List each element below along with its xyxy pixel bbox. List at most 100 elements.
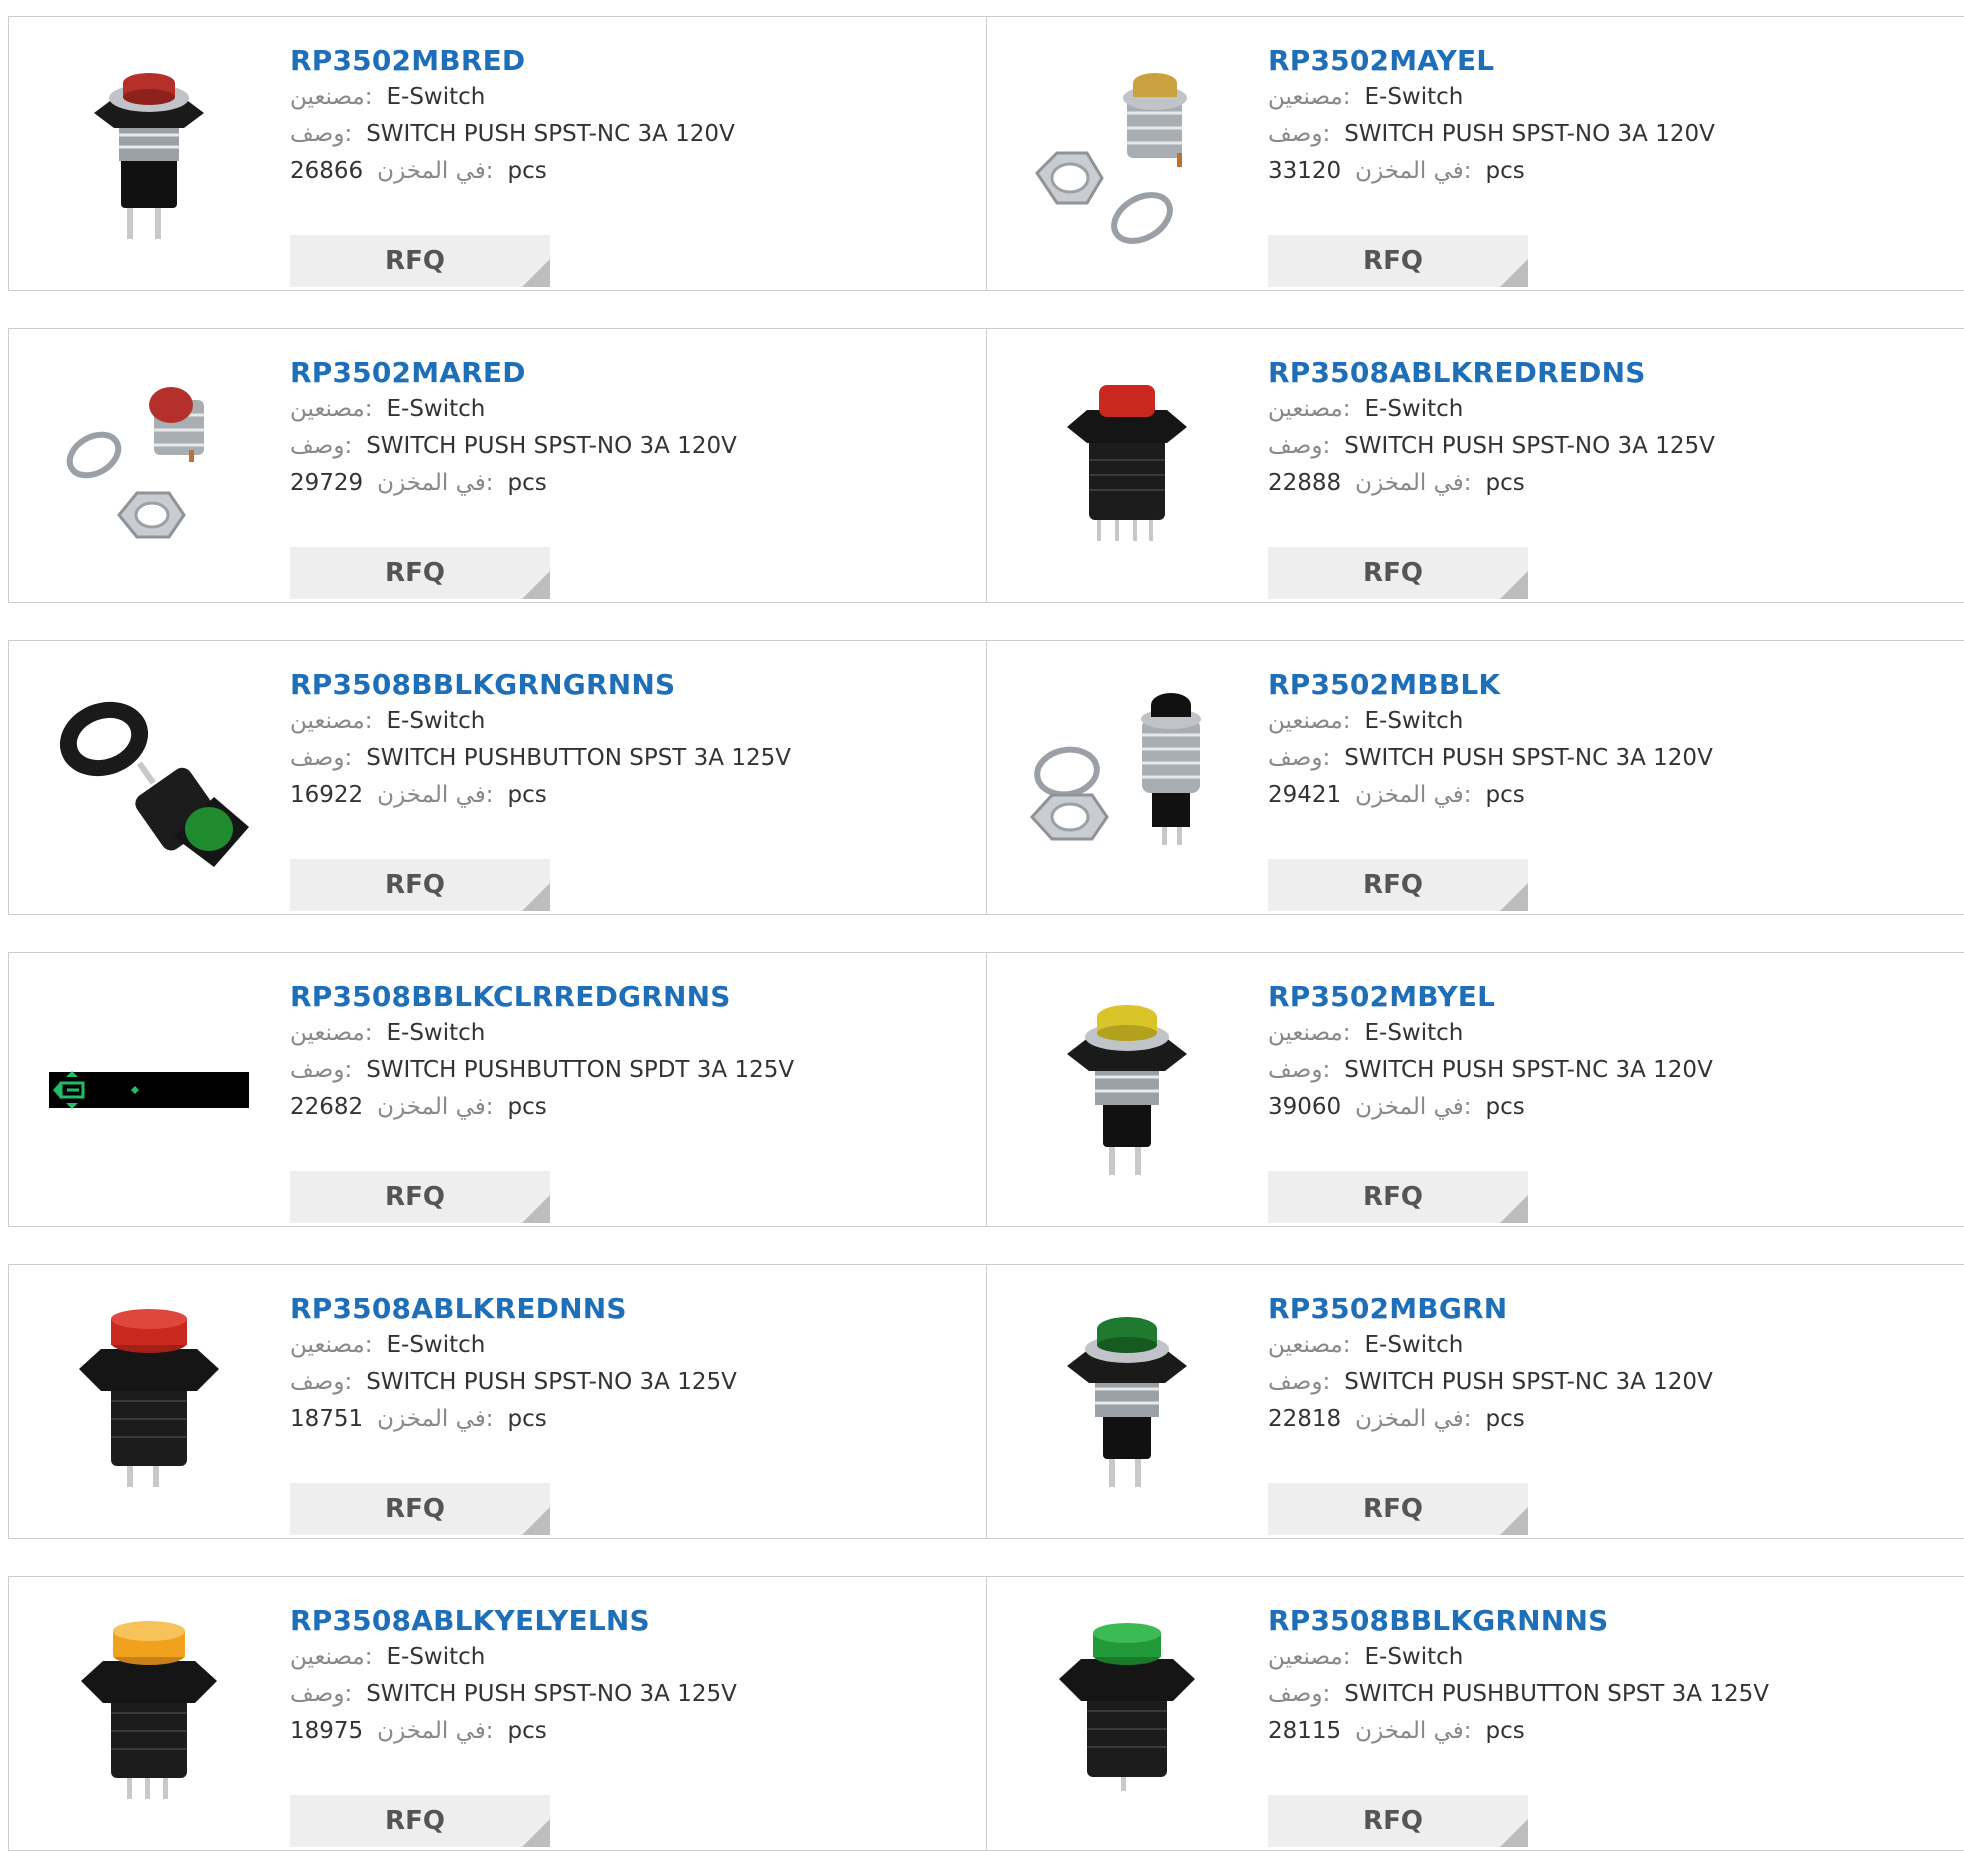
rfq-label: RFQ xyxy=(1363,1806,1423,1836)
corner-triangle-icon xyxy=(522,1507,550,1535)
part-number-link[interactable]: RP3508ABLKREDNNS xyxy=(290,1291,737,1327)
rfq-button[interactable]: RFQ xyxy=(1268,235,1528,287)
rfq-button[interactable]: RFQ xyxy=(1268,547,1528,599)
stock-value: 28115 xyxy=(1268,1718,1342,1744)
product-image[interactable] xyxy=(49,365,249,565)
description-row: وصف: SWITCH PUSH SPST-NC 3A 120V xyxy=(1268,1364,1713,1401)
corner-triangle-icon xyxy=(522,259,550,287)
manufacturer-value: E-Switch xyxy=(1364,396,1464,422)
product-image[interactable] xyxy=(1027,53,1227,253)
product-image[interactable] xyxy=(49,1613,249,1813)
product-image[interactable] xyxy=(1027,1613,1227,1813)
manufacturer-row: مصنعين: E-Switch xyxy=(1268,1327,1713,1364)
manufacturer-value: E-Switch xyxy=(386,1020,486,1046)
stock-unit: pcs xyxy=(507,1094,547,1120)
black-square-green-button-icon xyxy=(1059,1623,1195,1791)
rfq-button[interactable]: RFQ xyxy=(290,235,550,287)
product-image[interactable] xyxy=(1027,365,1227,565)
corner-triangle-icon xyxy=(522,1819,550,1847)
stock-unit: pcs xyxy=(507,1718,547,1744)
description-row: وصف: SWITCH PUSHBUTTON SPST 3A 125V xyxy=(290,740,791,777)
part-number-link[interactable]: RP3502MARED xyxy=(290,355,737,391)
description-label: وصف: xyxy=(290,745,353,771)
description-value: SWITCH PUSH SPST-NO 3A 125V xyxy=(1344,433,1715,459)
rfq-button[interactable]: RFQ xyxy=(1268,1483,1528,1535)
stock-label: في المخزن: xyxy=(1355,1406,1472,1432)
part-number-link[interactable]: RP3508BBLKCLRREDGRNNS xyxy=(290,979,794,1015)
product-row: RP3502MBRED مصنعين: E-Switch وصف: SWITCH P… xyxy=(8,16,1964,291)
part-number-link[interactable]: RP3502MBYEL xyxy=(1268,979,1713,1015)
manufacturer-value: E-Switch xyxy=(386,84,486,110)
product-image[interactable] xyxy=(49,989,249,1189)
corner-triangle-icon xyxy=(1500,1195,1528,1223)
stock-row: 33120 في المخزن: pcs xyxy=(1268,153,1715,190)
manufacturer-label: مصنعين: xyxy=(290,396,373,422)
stock-value: 16922 xyxy=(290,782,364,808)
manufacturer-label: مصنعين: xyxy=(1268,396,1351,422)
part-number-link[interactable]: RP3508BBLKGRNGRNNS xyxy=(290,667,791,703)
stock-row: 28115 في المخزن: pcs xyxy=(1268,1713,1769,1750)
description-value: SWITCH PUSH SPST-NC 3A 120V xyxy=(1344,745,1713,771)
stock-row: 18975 في المخزن: pcs xyxy=(290,1713,737,1750)
description-row: وصف: SWITCH PUSH SPST-NC 3A 120V xyxy=(1268,1052,1713,1089)
rfq-label: RFQ xyxy=(385,1806,445,1836)
stock-unit: pcs xyxy=(507,1406,547,1432)
product-image[interactable] xyxy=(1027,1301,1227,1501)
product-image[interactable] xyxy=(1027,677,1227,877)
stock-row: 16922 في المخزن: pcs xyxy=(290,777,791,814)
rfq-label: RFQ xyxy=(1363,558,1423,588)
rfq-button[interactable]: RFQ xyxy=(290,859,550,911)
rfq-button[interactable]: RFQ xyxy=(290,1171,550,1223)
stock-label: في المخزن: xyxy=(1355,1718,1472,1744)
rfq-button[interactable]: RFQ xyxy=(290,1795,550,1847)
description-row: وصف: SWITCH PUSH SPST-NO 3A 125V xyxy=(1268,428,1715,465)
description-label: وصف: xyxy=(1268,121,1331,147)
description-label: وصف: xyxy=(290,1057,353,1083)
rfq-label: RFQ xyxy=(385,1182,445,1212)
manufacturer-value: E-Switch xyxy=(1364,84,1464,110)
stock-unit: pcs xyxy=(1485,1406,1525,1432)
stock-value: 22818 xyxy=(1268,1406,1342,1432)
rfq-button[interactable]: RFQ xyxy=(1268,1171,1528,1223)
description-value: SWITCH PUSH SPST-NO 3A 125V xyxy=(366,1681,737,1707)
description-label: وصف: xyxy=(1268,745,1331,771)
corner-triangle-icon xyxy=(522,1195,550,1223)
description-label: وصف: xyxy=(1268,1681,1331,1707)
rfq-button[interactable]: RFQ xyxy=(1268,859,1528,911)
description-label: وصف: xyxy=(1268,1369,1331,1395)
manufacturer-label: مصنعين: xyxy=(1268,84,1351,110)
product-row: RP3508ABLKREDNNS مصنعين: E-Switch وصف: SWI… xyxy=(8,1264,1964,1539)
black-square-red-button-icon xyxy=(79,1309,219,1487)
rfq-button[interactable]: RFQ xyxy=(290,1483,550,1535)
stock-unit: pcs xyxy=(507,158,547,184)
stock-value: 22888 xyxy=(1268,470,1342,496)
rfq-button[interactable]: RFQ xyxy=(1268,1795,1528,1847)
product-image[interactable] xyxy=(1027,989,1227,1189)
part-number-link[interactable]: RP3508BBLKGRNNNS xyxy=(1268,1603,1769,1639)
product-card: RP3508BBLKGRNGRNNS مصنعين: E-Switch وصف: S… xyxy=(8,640,988,915)
rfq-button[interactable]: RFQ xyxy=(290,547,550,599)
stock-label: في المخزن: xyxy=(377,1094,494,1120)
product-card: RP3508ABLKREDREDNS مصنعين: E-Switch وصف: S… xyxy=(986,328,1964,603)
part-number-link[interactable]: RP3508ABLKYELYELNS xyxy=(290,1603,737,1639)
stock-label: في المخزن: xyxy=(1355,782,1472,808)
product-image[interactable] xyxy=(49,677,249,877)
manufacturer-row: مصنعين: E-Switch xyxy=(290,79,735,116)
part-number-link[interactable]: RP3502MBRED xyxy=(290,43,735,79)
description-row: وصف: SWITCH PUSH SPST-NO 3A 125V xyxy=(290,1676,737,1713)
part-number-link[interactable]: RP3502MBGRN xyxy=(1268,1291,1713,1327)
part-number-link[interactable]: RP3508ABLKREDREDNS xyxy=(1268,355,1715,391)
manufacturer-label: مصنعين: xyxy=(1268,1020,1351,1046)
description-label: وصف: xyxy=(290,121,353,147)
part-number-link[interactable]: RP3502MAYEL xyxy=(1268,43,1715,79)
product-image[interactable] xyxy=(49,53,249,253)
description-row: وصف: SWITCH PUSHBUTTON SPST 3A 125V xyxy=(1268,1676,1769,1713)
stock-value: 26866 xyxy=(290,158,364,184)
product-card: RP3502MBYEL مصنعين: E-Switch وصف: SWITCH P… xyxy=(986,952,1964,1227)
product-image[interactable] xyxy=(49,1301,249,1501)
description-value: SWITCH PUSH SPST-NC 3A 120V xyxy=(1344,1369,1713,1395)
part-number-link[interactable]: RP3502MBBLK xyxy=(1268,667,1713,703)
stock-row: 29729 في المخزن: pcs xyxy=(290,465,737,502)
stock-row: 26866 في المخزن: pcs xyxy=(290,153,735,190)
rfq-label: RFQ xyxy=(385,558,445,588)
